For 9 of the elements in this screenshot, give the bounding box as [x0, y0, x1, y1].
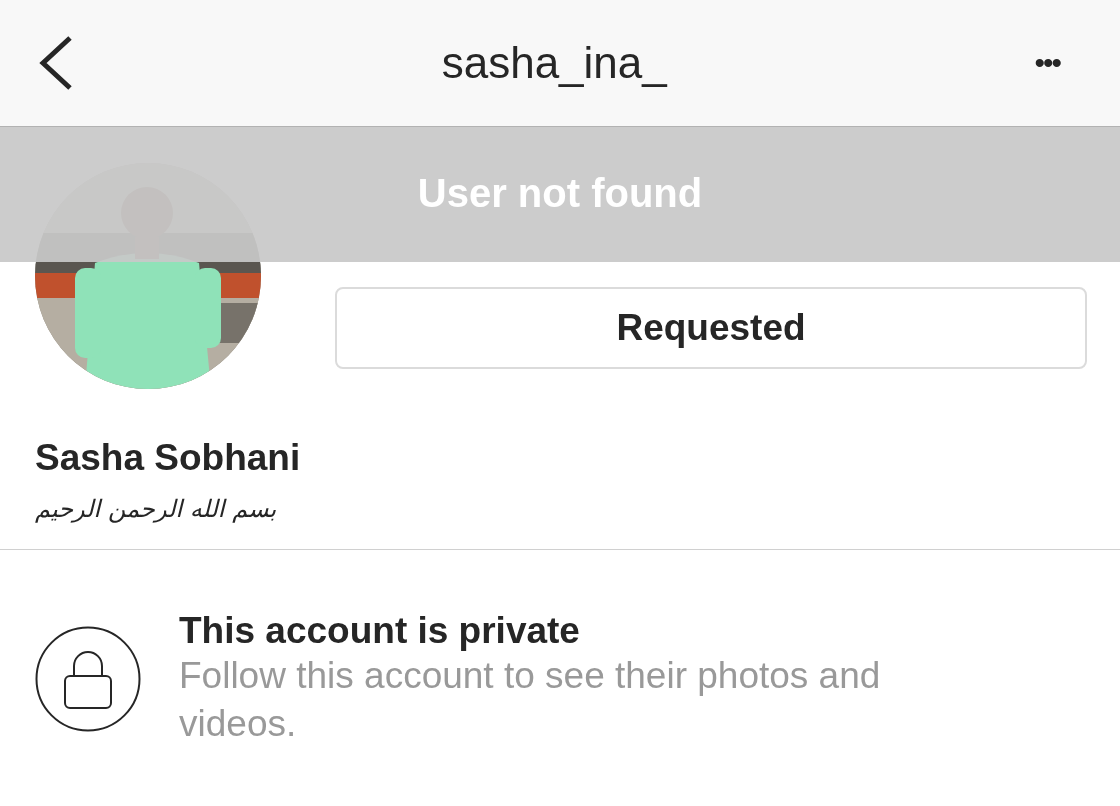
private-message: Follow this account to see their photos and videos.: [179, 654, 882, 747]
private-title: This account is private: [179, 610, 581, 652]
requested-button[interactable]: Requested: [335, 287, 1087, 369]
more-options[interactable]: •••: [1034, 46, 1080, 80]
display-name: Sasha Sobhani: [34, 436, 302, 479]
bio-text: بسم الله الرحمن الرحيم: [34, 494, 278, 525]
lock-icon: [35, 626, 141, 732]
profile-username: sasha_ina_: [441, 38, 667, 88]
back-icon[interactable]: [38, 35, 74, 91]
